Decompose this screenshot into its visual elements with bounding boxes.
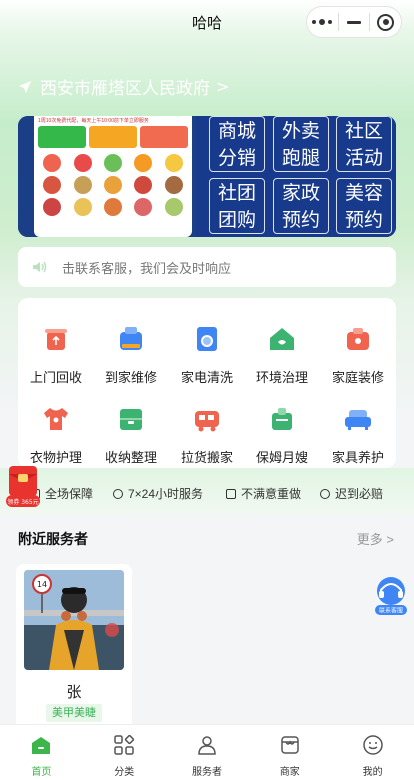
guarantee-item: 7×24小时服务 [113, 485, 203, 502]
mini-program-capsule [306, 6, 402, 38]
location-arrow-icon [19, 80, 31, 93]
svg-text:14: 14 [37, 580, 47, 589]
more-menu-button[interactable] [307, 7, 338, 37]
provider-card[interactable]: 14 张 美甲美睫 [16, 564, 132, 734]
bottom-tab-bar: 首页 分类 服务者 商家 我的 [0, 724, 414, 780]
shop-icon [281, 736, 299, 754]
banner-tile: 商城 分销 [209, 116, 265, 172]
storage-box-icon [120, 409, 142, 430]
timer-icon [320, 488, 330, 499]
banner-phone-area: 1周10次免费代配，每天上午10:00前下单立即服务 [18, 116, 196, 237]
provider-name: 张 [66, 684, 82, 701]
service-item-storage[interactable]: 收纳整理 [93, 404, 169, 466]
banner-tile: 社区 活动 [336, 116, 392, 172]
recycle-bin-icon [45, 329, 67, 350]
phone-strip-text: 1周10次免费代配，每天上午10:00前下单立即服务 [34, 116, 192, 124]
location-selector[interactable]: 西安市雁塔区人民政府 > [18, 74, 229, 99]
section-title: 附近服务者 [18, 531, 88, 547]
banner-tile: 外卖 跑腿 [273, 116, 329, 172]
guarantee-strip: 全场保障 7×24小时服务 不满意重做 迟到必赔 [0, 468, 414, 514]
tab-mine[interactable]: 我的 [331, 725, 414, 780]
red-packet-coupon-icon[interactable]: 领券 365元 [6, 464, 40, 508]
service-item-clothing-care[interactable]: 衣物护理 [18, 404, 94, 466]
house-icon [270, 328, 294, 350]
tab-shops[interactable]: 商家 [248, 725, 331, 780]
services-grid: 上门回收 到家维修 家电清洗 环境治理 家庭装修 衣物护理 收纳整理 拉货搬家 … [18, 298, 396, 468]
guarantee-item: 不满意重做 [226, 485, 301, 502]
service-item-appliance-cleaning[interactable]: 家电清洗 [169, 324, 245, 386]
sofa-icon [345, 410, 371, 430]
navigation-bar: 哈哈 [0, 0, 414, 44]
service-item-repair[interactable]: 到家维修 [93, 324, 169, 386]
customer-service-button[interactable]: 联系客服 [372, 574, 410, 616]
service-item-recycle[interactable]: 上门回收 [18, 324, 94, 386]
promo-banner[interactable]: 1周10次免费代配，每天上午10:00前下单立即服务 商城 分销 外卖 跑腿 社区活… [18, 116, 396, 237]
truck-icon [195, 411, 219, 432]
banner-tile: 美容 预约 [336, 178, 392, 234]
tab-category[interactable]: 分类 [83, 725, 166, 780]
document-icon [226, 488, 236, 499]
svg-text:领券 365元: 领券 365元 [7, 498, 38, 506]
tab-providers[interactable]: 服务者 [166, 725, 249, 780]
phone-mockup-image: 1周10次免费代配，每天上午10:00前下单立即服务 [34, 116, 192, 237]
profile-icon [362, 735, 383, 755]
tab-home[interactable]: 首页 [0, 725, 83, 780]
home-icon [32, 737, 51, 754]
provider-skill-tag: 美甲美睫 [46, 704, 102, 722]
category-icon [114, 734, 135, 755]
service-item-moving[interactable]: 拉货搬家 [169, 404, 245, 466]
service-item-decoration[interactable]: 家庭装修 [320, 324, 396, 386]
provider-photo: 14 [24, 570, 124, 670]
minimize-button[interactable] [339, 7, 370, 37]
nanny-icon [272, 408, 292, 430]
banner-tiles-area: 商城 分销 外卖 跑腿 社区 活动 社团 团购 家政 预约 美容 预约 [196, 116, 396, 237]
clock-icon [113, 488, 123, 499]
notice-text: 击联系客服，我们会及时响应 [62, 260, 232, 276]
svg-text:联系客服: 联系客服 [379, 607, 403, 615]
more-link[interactable]: 更多 > [357, 529, 394, 548]
service-item-furniture-care[interactable]: 家具养护 [320, 404, 396, 466]
close-target-icon [377, 13, 395, 31]
washing-machine-icon [197, 327, 217, 351]
shirt-icon [44, 408, 68, 430]
notice-bar[interactable]: 击联系客服，我们会及时响应 [18, 247, 396, 287]
service-item-environment[interactable]: 环境治理 [244, 324, 320, 386]
banner-tile: 社团 团购 [209, 178, 265, 234]
more-dots-icon [312, 19, 333, 25]
speaker-icon [33, 261, 47, 273]
guarantee-item: 迟到必赔 [320, 485, 383, 502]
minimize-icon [347, 20, 361, 24]
close-button[interactable] [370, 7, 401, 37]
chevron-right-icon: > [216, 77, 230, 96]
location-name: 西安市雁塔区人民政府 [40, 79, 210, 99]
service-item-nanny[interactable]: 保姆月嫂 [244, 404, 320, 466]
provider-photo-image: 14 [24, 570, 124, 670]
banner-tile: 家政 预约 [273, 178, 329, 234]
provider-icon [198, 736, 216, 755]
toolbox-icon [347, 328, 369, 350]
repair-icon [120, 327, 142, 350]
